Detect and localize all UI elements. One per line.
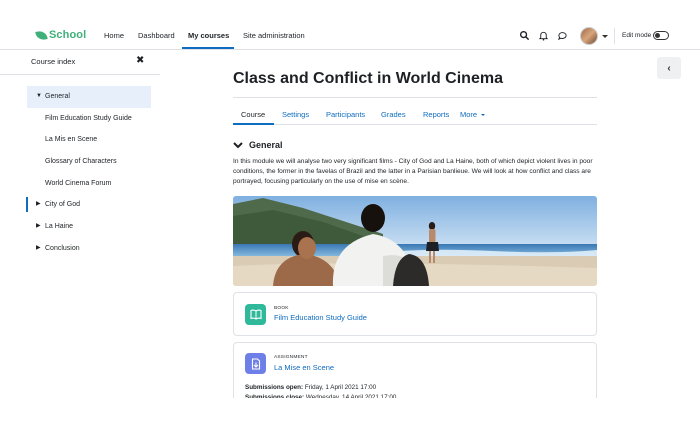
user-menu-chevron-down-icon[interactable] <box>602 35 608 38</box>
chevron-right-icon[interactable]: ▶ <box>36 238 41 260</box>
section-summary: In this module we will analyse two very … <box>233 158 593 185</box>
course-index-list: ▼ General Film Education Study Guide La … <box>26 86 151 260</box>
date-row: Submissions open: Friday, 1 April 2021 1… <box>245 383 396 393</box>
tab-more[interactable]: More <box>460 110 486 119</box>
course-index-activity[interactable]: La Mis en Scene <box>27 129 151 151</box>
course-index-activity[interactable]: Film Education Study Guide <box>27 108 151 130</box>
leaf-logo-icon <box>35 29 48 41</box>
chevron-right-icon[interactable]: ▶ <box>36 216 41 238</box>
course-index-title: Course index <box>31 57 76 66</box>
nav-home[interactable]: Home <box>104 31 124 40</box>
current-section-indicator <box>26 197 28 213</box>
section-label: General <box>45 93 70 100</box>
divider <box>233 97 597 98</box>
logo-text: School <box>49 29 87 41</box>
top-navbar: School Home Dashboard My courses Site ad… <box>0 22 700 50</box>
activity-label: Glossary of Characters <box>45 158 117 166</box>
divider <box>0 74 160 75</box>
edit-mode-toggle[interactable] <box>653 31 669 40</box>
course-index-activity[interactable]: Glossary of Characters <box>27 151 151 173</box>
tab-reports[interactable]: Reports <box>423 110 449 119</box>
activity-type-label: ASSIGNMENT <box>274 355 308 360</box>
date-label: Submissions open: <box>245 384 304 391</box>
secondary-navigation: Course Settings Participants Grades Repo… <box>233 105 597 125</box>
edit-mode-label: Edit mode <box>622 32 652 39</box>
chevron-down-icon[interactable]: ▼ <box>36 86 42 108</box>
search-icon[interactable] <box>519 30 530 41</box>
tab-grades[interactable]: Grades <box>381 110 406 119</box>
course-index-section-city-of-god[interactable]: ▶ City of God <box>26 194 151 216</box>
section-label: Conclusion <box>45 244 80 252</box>
active-tab-underline <box>233 123 274 125</box>
tab-course[interactable]: Course <box>241 110 265 119</box>
site-logo[interactable]: School <box>35 29 87 41</box>
chevron-right-icon[interactable]: ▶ <box>36 194 41 216</box>
activity-card-book: BOOK Film Education Study Guide <box>233 292 597 336</box>
chat-icon[interactable] <box>557 30 568 41</box>
section-title: General <box>249 140 283 150</box>
chevron-down-icon <box>481 114 486 117</box>
tab-settings[interactable]: Settings <box>282 110 309 119</box>
toggle-knob <box>655 33 660 38</box>
user-avatar[interactable] <box>580 27 598 45</box>
tab-more-label: More <box>460 110 478 119</box>
page-title: Class and Conflict in World Cinema <box>233 70 503 87</box>
section-header-general[interactable]: General <box>233 140 283 150</box>
activity-label: World Cinema Forum <box>45 179 112 187</box>
course-index-section-conclusion[interactable]: ▶ Conclusion <box>27 238 151 260</box>
course-index-section-general[interactable]: ▼ General <box>27 86 151 108</box>
assignment-icon <box>245 353 266 374</box>
course-index-activity[interactable]: World Cinema Forum <box>27 173 151 195</box>
nav-site-administration[interactable]: Site administration <box>243 31 305 40</box>
activity-link[interactable]: Film Education Study Guide <box>274 313 367 322</box>
nav-my-courses[interactable]: My courses <box>188 31 229 40</box>
section-label: City of God <box>45 201 81 209</box>
nav-dashboard[interactable]: Dashboard <box>138 31 175 40</box>
bell-icon[interactable] <box>538 30 549 41</box>
nav-divider <box>614 28 615 44</box>
activity-link[interactable]: La Mise en Scene <box>274 363 334 372</box>
open-block-drawer-button[interactable]: ‹ <box>657 57 681 79</box>
book-icon <box>245 304 266 325</box>
course-index-section-la-haine[interactable]: ▶ La Haine <box>27 216 151 238</box>
active-nav-underline <box>182 47 234 49</box>
date-value: Friday, 1 April 2021 17:00 <box>304 384 377 391</box>
close-icon[interactable]: ✖ <box>136 55 144 66</box>
activity-type-label: BOOK <box>274 306 289 311</box>
course-index-drawer: Course index ✖ ▼ General Film Education … <box>0 51 160 421</box>
section-label: La Haine <box>45 223 74 231</box>
activity-label: Film Education Study Guide <box>45 114 132 122</box>
course-banner-image <box>233 196 597 286</box>
chevron-down-icon[interactable] <box>233 141 243 149</box>
activity-label: La Mis en Scene <box>45 136 98 144</box>
tab-participants[interactable]: Participants <box>326 110 365 119</box>
page-bottom-edge <box>0 398 700 421</box>
chevron-left-icon: ‹ <box>667 62 671 74</box>
